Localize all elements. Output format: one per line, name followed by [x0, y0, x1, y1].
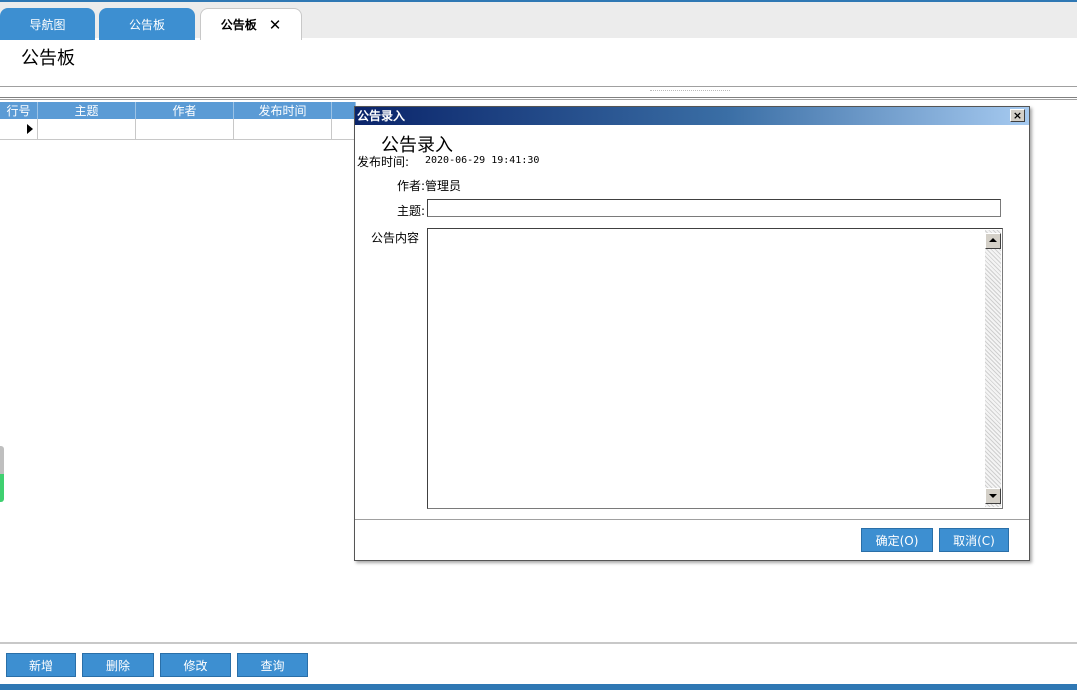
table-cell[interactable]: [234, 119, 332, 140]
author-value: 管理员: [425, 179, 462, 193]
column-header-row-number[interactable]: 行号: [0, 102, 38, 119]
subject-input[interactable]: [427, 199, 1001, 217]
scroll-up-icon[interactable]: [985, 233, 1001, 249]
page-title: 公告板: [21, 48, 75, 69]
splitter-grip-icon[interactable]: [650, 90, 730, 94]
author-label: 作者:: [397, 179, 426, 193]
ok-button[interactable]: 确定(O): [861, 528, 933, 552]
vertical-scrollbar[interactable]: [985, 230, 1001, 507]
announcement-entry-dialog: 公告录入 × 公告录入 发布时间: 2020-06-29 19:41:30 作者…: [354, 106, 1030, 561]
table-cell[interactable]: [38, 119, 136, 140]
row-selector-icon[interactable]: [0, 119, 38, 140]
table-row[interactable]: [0, 119, 356, 140]
tab-bulletin-board-active[interactable]: 公告板 ✕: [200, 8, 302, 40]
divider: [0, 97, 1077, 98]
close-icon[interactable]: ✕: [269, 16, 282, 34]
dialog-title-bar[interactable]: 公告录入 ×: [355, 107, 1029, 125]
delete-button[interactable]: 删除: [82, 653, 154, 677]
content-label: 公告内容: [371, 231, 420, 245]
column-header-subject[interactable]: 主题: [38, 102, 136, 119]
divider: [0, 642, 1077, 644]
status-bar: [0, 684, 1077, 690]
tab-label: 公告板: [128, 17, 165, 32]
publish-time-label: 发布时间:: [357, 155, 410, 169]
scroll-down-icon[interactable]: [985, 488, 1001, 504]
column-header-publish-time[interactable]: 发布时间: [234, 102, 332, 119]
side-handle[interactable]: [0, 446, 4, 502]
grid-header: 行号 主题 作者 发布时间: [0, 102, 356, 119]
edit-button[interactable]: 修改: [160, 653, 231, 677]
splitter[interactable]: [0, 86, 1077, 100]
app-window: 导航图 公告板 公告板 ✕ 公告板 行号 主题 作者 发布时间 新增 删除 修改…: [0, 0, 1077, 690]
tab-bar: 导航图 公告板 公告板 ✕: [0, 0, 1077, 40]
table-cell[interactable]: [136, 119, 234, 140]
add-button[interactable]: 新增: [6, 653, 76, 677]
close-icon[interactable]: ×: [1010, 109, 1025, 122]
publish-time-value: 2020-06-29 19:41:30: [425, 155, 540, 166]
table-cell[interactable]: [332, 119, 356, 140]
column-header-author[interactable]: 作者: [136, 102, 234, 119]
tab-bulletin-board-1[interactable]: 公告板: [99, 8, 195, 40]
tab-navigation-map[interactable]: 导航图: [0, 8, 95, 40]
query-button[interactable]: 查询: [237, 653, 308, 677]
tab-label: 导航图: [29, 17, 66, 32]
content-textarea[interactable]: [427, 228, 1003, 509]
tab-label: 公告板: [220, 18, 257, 32]
subject-label: 主题:: [397, 204, 426, 218]
dialog-title: 公告录入: [357, 109, 406, 123]
divider: [355, 519, 1029, 520]
cancel-button[interactable]: 取消(C): [939, 528, 1009, 552]
column-header-extra: [332, 102, 356, 119]
